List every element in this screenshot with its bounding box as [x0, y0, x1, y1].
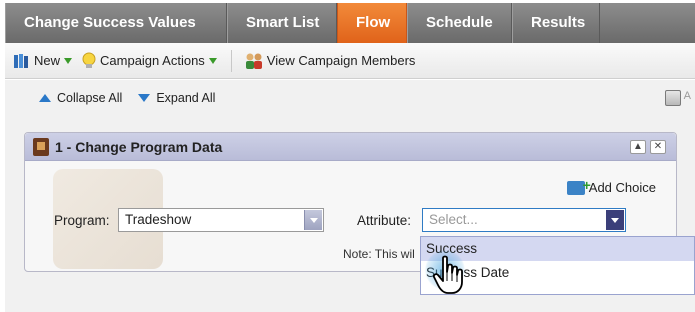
save-label-fragment: A [683, 90, 691, 102]
collapse-all-button[interactable]: Collapse All [39, 91, 122, 105]
new-menu-button[interactable]: New [13, 53, 73, 69]
expand-all-label: Expand All [156, 91, 216, 105]
flow-step-header[interactable]: 1 - Change Program Data [25, 133, 676, 161]
lightbulb-icon [82, 52, 96, 68]
campaign-actions-button[interactable]: Campaign Actions [82, 52, 217, 70]
program-select-value: Tradeshow [125, 212, 192, 227]
attribute-select-placeholder: Select... [429, 212, 478, 227]
book-stack-icon [14, 53, 28, 68]
new-label: New [34, 53, 61, 68]
attribute-select[interactable]: Select... [422, 208, 626, 232]
view-campaign-members-button[interactable]: View Campaign Members [244, 52, 416, 70]
flow-step-title: 1 - Change Program Data [55, 138, 223, 155]
wallet-icon [33, 137, 49, 156]
add-choice-icon [566, 177, 591, 195]
tab-bar: Change Success Values Smart List Flow Sc… [5, 3, 695, 43]
tab-schedule[interactable]: Schedule [407, 3, 512, 43]
tab-results[interactable]: Results [512, 3, 600, 43]
close-icon[interactable]: ✕ [650, 140, 666, 154]
people-icon [245, 53, 262, 69]
tab-flow[interactable]: Flow [337, 3, 407, 43]
expand-all-button[interactable]: Expand All [138, 91, 215, 105]
chevron-down-icon [64, 57, 73, 64]
campaign-actions-label: Campaign Actions [100, 53, 205, 68]
toolbar: New Campaign Actions View Campaign Membe… [5, 43, 695, 79]
flow-subbar: Collapse All Expand All A [5, 80, 695, 116]
tab-change-success-values[interactable]: Change Success Values [5, 3, 227, 43]
hand-cursor-icon [432, 255, 463, 294]
collapse-all-label: Collapse All [57, 91, 123, 105]
triangle-up-icon [39, 94, 51, 102]
tab-bar-filler [600, 3, 695, 43]
program-select[interactable]: Tradeshow [118, 208, 324, 232]
save-icon[interactable] [665, 90, 681, 106]
view-campaign-members-label: View Campaign Members [266, 53, 416, 68]
program-label: Program: [54, 213, 110, 228]
tab-smart-list[interactable]: Smart List [227, 3, 337, 43]
note-text: Note: This wil [343, 247, 415, 261]
chevron-down-icon [208, 57, 217, 64]
add-choice-label: Add Choice [588, 180, 656, 195]
add-choice-button[interactable]: Add Choice [566, 177, 656, 195]
chevron-down-icon[interactable] [304, 210, 322, 230]
move-up-button[interactable]: ▲ [630, 140, 646, 154]
triangle-down-icon [138, 94, 151, 102]
toolbar-divider [230, 49, 232, 72]
attribute-label: Attribute: [357, 213, 412, 228]
chevron-down-icon[interactable] [606, 210, 624, 230]
